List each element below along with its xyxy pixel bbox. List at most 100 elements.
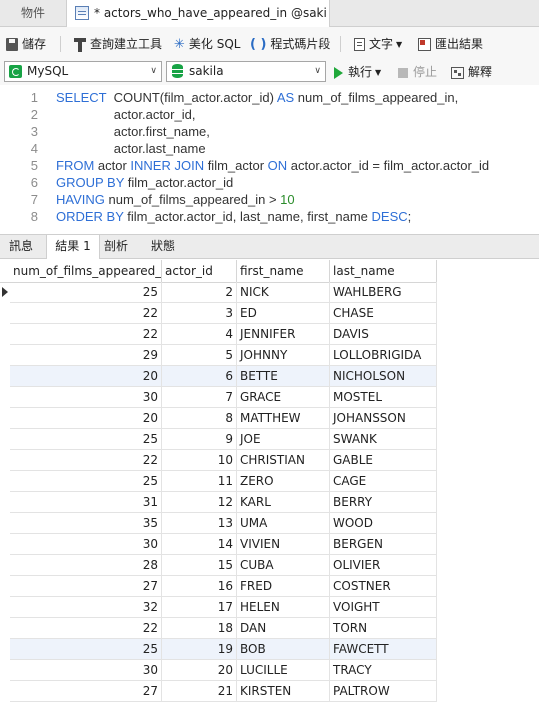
table-row[interactable]: 22 4 JENNIFER DAVIS [0, 324, 539, 345]
cell-num-of-films[interactable]: 32 [10, 597, 162, 618]
cell-actor-id[interactable]: 16 [162, 576, 237, 597]
table-row[interactable]: 20 6 BETTE NICHOLSON [0, 366, 539, 387]
cell-first-name[interactable]: JOHNNY [237, 345, 330, 366]
table-row[interactable]: 27 21 KIRSTEN PALTROW [0, 681, 539, 702]
cell-last-name[interactable]: SWANK [330, 429, 437, 450]
database-select[interactable]: sakila ∨ [166, 61, 326, 82]
cell-actor-id[interactable]: 8 [162, 408, 237, 429]
cell-last-name[interactable]: WOOD [330, 513, 437, 534]
table-row[interactable]: 25 19 BOB FAWCETT [0, 639, 539, 660]
tab-status[interactable]: 狀態 [144, 235, 182, 258]
tab-message[interactable]: 訊息 [0, 235, 42, 258]
cell-last-name[interactable]: JOHANSSON [330, 408, 437, 429]
cell-first-name[interactable]: JOE [237, 429, 330, 450]
cell-num-of-films[interactable]: 27 [10, 576, 162, 597]
tab-result-1[interactable]: 結果 1 [46, 235, 100, 259]
cell-last-name[interactable]: TRACY [330, 660, 437, 681]
row-selector[interactable] [0, 324, 10, 345]
cell-actor-id[interactable]: 20 [162, 660, 237, 681]
cell-actor-id[interactable]: 6 [162, 366, 237, 387]
cell-first-name[interactable]: UMA [237, 513, 330, 534]
cell-last-name[interactable]: PALTROW [330, 681, 437, 702]
cell-actor-id[interactable]: 3 [162, 303, 237, 324]
cell-actor-id[interactable]: 2 [162, 282, 237, 303]
cell-first-name[interactable]: DAN [237, 618, 330, 639]
cell-first-name[interactable]: VIVIEN [237, 534, 330, 555]
cell-first-name[interactable]: HELEN [237, 597, 330, 618]
cell-num-of-films[interactable]: 30 [10, 387, 162, 408]
query-builder-button[interactable]: 查詢建立工具 [74, 35, 162, 53]
row-selector[interactable] [0, 429, 10, 450]
cell-num-of-films[interactable]: 22 [10, 618, 162, 639]
cell-last-name[interactable]: WAHLBERG [330, 282, 437, 303]
table-row[interactable]: 29 5 JOHNNY LOLLOBRIGIDA [0, 345, 539, 366]
cell-num-of-films[interactable]: 30 [10, 660, 162, 681]
row-selector[interactable] [0, 597, 10, 618]
cell-num-of-films[interactable]: 22 [10, 450, 162, 471]
cell-actor-id[interactable]: 9 [162, 429, 237, 450]
row-selector[interactable] [0, 618, 10, 639]
column-header[interactable]: last_name [330, 260, 437, 282]
current-row-indicator-icon[interactable] [0, 282, 10, 303]
cell-first-name[interactable]: LUCILLE [237, 660, 330, 681]
cell-last-name[interactable]: GABLE [330, 450, 437, 471]
cell-last-name[interactable]: CHASE [330, 303, 437, 324]
cell-first-name[interactable]: KIRSTEN [237, 681, 330, 702]
cell-actor-id[interactable]: 15 [162, 555, 237, 576]
sql-editor[interactable]: 1 2 3 4 5 6 7 8 SELECT COUNT(film_actor.… [0, 86, 539, 232]
explain-button[interactable]: 解釋 [451, 64, 492, 80]
cell-num-of-films[interactable]: 25 [10, 282, 162, 303]
row-selector[interactable] [0, 471, 10, 492]
row-selector[interactable] [0, 639, 10, 660]
cell-actor-id[interactable]: 21 [162, 681, 237, 702]
cell-num-of-films[interactable]: 20 [10, 408, 162, 429]
row-selector[interactable] [0, 513, 10, 534]
cell-num-of-films[interactable]: 28 [10, 555, 162, 576]
row-selector[interactable] [0, 387, 10, 408]
cell-num-of-films[interactable]: 31 [10, 492, 162, 513]
table-row[interactable]: 30 14 VIVIEN BERGEN [0, 534, 539, 555]
row-selector[interactable] [0, 303, 10, 324]
table-row[interactable]: 25 9 JOE SWANK [0, 429, 539, 450]
table-row[interactable]: 22 3 ED CHASE [0, 303, 539, 324]
cell-actor-id[interactable]: 13 [162, 513, 237, 534]
cell-last-name[interactable]: LOLLOBRIGIDA [330, 345, 437, 366]
save-button[interactable]: 儲存 [6, 35, 46, 53]
row-selector[interactable] [0, 408, 10, 429]
beautify-sql-button[interactable]: ✳ 美化 SQL [174, 35, 240, 53]
cell-actor-id[interactable]: 14 [162, 534, 237, 555]
cell-first-name[interactable]: MATTHEW [237, 408, 330, 429]
cell-first-name[interactable]: ED [237, 303, 330, 324]
cell-last-name[interactable]: DAVIS [330, 324, 437, 345]
tab-objects[interactable]: 物件 [0, 0, 66, 26]
table-row[interactable]: 20 8 MATTHEW JOHANSSON [0, 408, 539, 429]
cell-actor-id[interactable]: 7 [162, 387, 237, 408]
cell-last-name[interactable]: BERRY [330, 492, 437, 513]
cell-first-name[interactable]: FRED [237, 576, 330, 597]
cell-last-name[interactable]: NICHOLSON [330, 366, 437, 387]
cell-actor-id[interactable]: 17 [162, 597, 237, 618]
cell-last-name[interactable]: MOSTEL [330, 387, 437, 408]
row-selector[interactable] [0, 576, 10, 597]
cell-num-of-films[interactable]: 30 [10, 534, 162, 555]
table-row[interactable]: 32 17 HELEN VOIGHT [0, 597, 539, 618]
cell-last-name[interactable]: BERGEN [330, 534, 437, 555]
cell-first-name[interactable]: CUBA [237, 555, 330, 576]
cell-actor-id[interactable]: 18 [162, 618, 237, 639]
column-header[interactable]: actor_id [162, 260, 237, 282]
cell-last-name[interactable]: TORN [330, 618, 437, 639]
cell-first-name[interactable]: BETTE [237, 366, 330, 387]
table-row[interactable]: 28 15 CUBA OLIVIER [0, 555, 539, 576]
table-row[interactable]: 25 11 ZERO CAGE [0, 471, 539, 492]
table-row[interactable]: 25 2 NICK WAHLBERG [0, 282, 539, 303]
cell-last-name[interactable]: CAGE [330, 471, 437, 492]
cell-num-of-films[interactable]: 35 [10, 513, 162, 534]
table-row[interactable]: 35 13 UMA WOOD [0, 513, 539, 534]
cell-num-of-films[interactable]: 22 [10, 303, 162, 324]
cell-first-name[interactable]: CHRISTIAN [237, 450, 330, 471]
result-grid[interactable]: num_of_films_appeared_in actor_id first_… [0, 260, 539, 707]
cell-last-name[interactable]: OLIVIER [330, 555, 437, 576]
cell-first-name[interactable]: JENNIFER [237, 324, 330, 345]
cell-last-name[interactable]: FAWCETT [330, 639, 437, 660]
table-row[interactable]: 30 20 LUCILLE TRACY [0, 660, 539, 681]
